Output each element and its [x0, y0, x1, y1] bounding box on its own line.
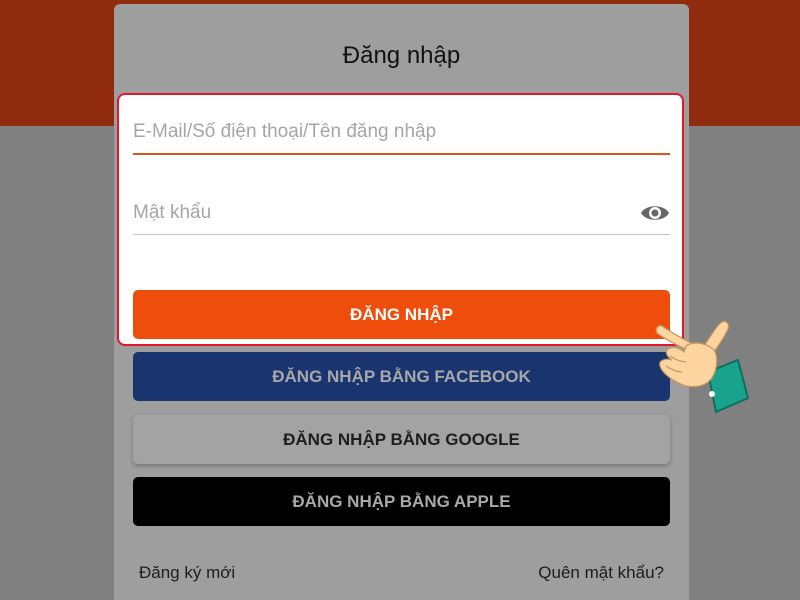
apple-login-button[interactable]: ĐĂNG NHẬP BẰNG APPLE: [133, 477, 670, 526]
password-field[interactable]: [133, 191, 670, 235]
eye-icon[interactable]: [640, 202, 670, 224]
register-link[interactable]: Đăng ký mới: [139, 563, 235, 583]
facebook-login-button[interactable]: ĐĂNG NHẬP BẰNG FACEBOOK: [133, 352, 670, 401]
username-input[interactable]: [133, 111, 670, 153]
login-button[interactable]: ĐĂNG NHẬP: [133, 290, 670, 339]
login-page: Đăng nhập ĐĂNG NHẬP ĐĂNG NHẬP BẰNG FACEB…: [0, 0, 800, 600]
username-field[interactable]: [133, 111, 670, 155]
google-login-button[interactable]: ĐĂNG NHẬP BẰNG GOOGLE: [133, 415, 670, 464]
page-title: Đăng nhập: [342, 42, 461, 69]
forgot-password-link[interactable]: Quên mật khẩu?: [538, 563, 664, 583]
password-input[interactable]: [133, 191, 670, 234]
pointing-hand-icon: [652, 316, 752, 418]
